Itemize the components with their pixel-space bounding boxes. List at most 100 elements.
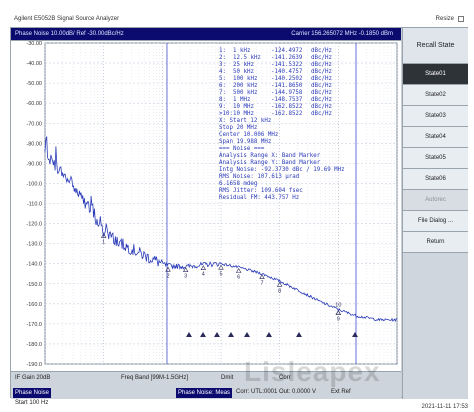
- marker-table-unit: dBc/Hz: [311, 111, 332, 117]
- marker-table-unit: dBc/Hz: [311, 104, 332, 110]
- noise-info-line: Intg Noise: -92.3730 dBc / 19.69 MHz: [219, 167, 345, 173]
- analyzer-app: Phase Noise 10.00dB/ Ref -30.00dBc/Hz Ca…: [10, 27, 468, 406]
- y-tick-label: -180.0: [26, 342, 42, 348]
- marker-table-index: 9:: [219, 104, 226, 110]
- trace-marker-label: 3: [184, 274, 187, 280]
- marker-table-value: -162.8522: [271, 111, 302, 117]
- status-row-2: Phase Noise Start 100 Hz Phase Noise: Me…: [11, 386, 401, 406]
- noise-info-line: 6.1658 mdeg: [219, 181, 257, 187]
- noise-info-line: X: Start 12 kHz: [219, 118, 271, 124]
- softkey-state03[interactable]: State03: [403, 106, 468, 127]
- y-tick-label: -50.00: [26, 81, 42, 87]
- trace-marker-label: 2: [166, 273, 169, 279]
- y-tick-label: -140.0: [26, 262, 42, 268]
- marker-table-freq: 50 kHz: [233, 69, 254, 75]
- marker-table-freq: 1 kHz: [233, 48, 250, 54]
- y-tick-label: -160.0: [26, 302, 42, 308]
- y-tick-label: -40.00: [26, 61, 42, 67]
- marker-table-unit: dBc/Hz: [311, 76, 332, 82]
- corr-status: Corr: UTL:0001 Out: 0.0000 V: [236, 389, 317, 395]
- trace-marker-label: 6: [237, 274, 240, 280]
- marker-table-freq: 500 kHz: [233, 90, 257, 96]
- marker-table-value: -144.9758: [271, 90, 303, 96]
- y-tick-label: -100.0: [26, 181, 42, 187]
- window-titlebar: Agilent E5052B Signal Source Analyzer Re…: [10, 14, 468, 24]
- noise-info-line: Span 19.988 MHz: [219, 139, 271, 145]
- resize-label[interactable]: Resize: [436, 14, 454, 24]
- trace-marker-label: 9: [337, 317, 340, 323]
- marker-table-freq: 100 kHz: [233, 76, 257, 82]
- trace-marker-label: 4: [202, 272, 205, 278]
- marker-table-index: 2:: [219, 55, 226, 61]
- phase-noise-plot[interactable]: -30.00 -40.00 -50.00 -60.00 -70.00 -80.00 -90.…: [11, 40, 401, 371]
- y-tick-label: -170.0: [26, 322, 42, 328]
- noise-info-line: Residual FM: 443.757 Hz: [219, 195, 299, 201]
- marker-table-freq: 200 kHz: [233, 83, 257, 89]
- noise-info-line: === Noise ===: [219, 146, 265, 152]
- window-title: Agilent E5052B Signal Source Analyzer: [14, 16, 120, 22]
- softkey-return[interactable]: Return: [403, 232, 468, 253]
- marker-table-freq: 10 MHz: [233, 104, 254, 110]
- plot-title: Phase Noise 10.00dB/ Ref -30.00dBc/Hz: [15, 31, 124, 37]
- marker-table-value: -140.2502: [271, 76, 302, 82]
- softkey-state05[interactable]: State05: [403, 148, 468, 169]
- trace-marker-label: 8: [278, 288, 281, 294]
- dmit-label: Dmit: [221, 375, 234, 381]
- marker-table-freq: 1 MHz: [233, 97, 250, 103]
- marker-table-index: >10:: [219, 111, 233, 117]
- softkey-title: Recall State: [403, 28, 468, 64]
- softkey-state02[interactable]: State02: [403, 85, 468, 106]
- marker-table-unit: dBc/Hz: [311, 55, 332, 61]
- plot-header: Phase Noise 10.00dB/ Ref -30.00dBc/Hz Ca…: [11, 28, 401, 40]
- marker-table-index: 6:: [219, 83, 226, 89]
- y-tick-label: -130.0: [26, 242, 42, 248]
- marker-table-value: -141.2639: [271, 55, 303, 61]
- band-marker-arrow: [186, 332, 192, 337]
- resize-icon[interactable]: [458, 16, 464, 22]
- y-tick-label: -120.0: [26, 222, 42, 228]
- y-tick-label: -150.0: [26, 282, 42, 288]
- marker-table-freq: 10 MHz: [233, 111, 254, 117]
- band-marker-arrow: [244, 332, 250, 337]
- softkey-state06[interactable]: State06: [403, 169, 468, 190]
- noise-info-line: RMS Noise: 107.613 µrad: [219, 174, 299, 180]
- start-label: Start 100 Hz: [15, 400, 49, 406]
- marker-table-index: 3:: [219, 62, 226, 68]
- band-marker-arrow: [228, 332, 234, 337]
- marker-table-value: -162.8522: [271, 104, 302, 110]
- marker-table-value: -141.5322: [271, 62, 302, 68]
- trace-marker-label: 10: [335, 303, 341, 309]
- marker-table-index: 5:: [219, 76, 226, 82]
- marker-table-value: -141.8650: [271, 83, 303, 89]
- y-tick-label: -90.00: [26, 161, 42, 167]
- marker-table-index: 4:: [219, 69, 226, 75]
- marker-table-value: -140.4757: [271, 69, 303, 75]
- band-marker-arrow: [266, 332, 272, 337]
- noise-info-line: Analysis Range X: Band Marker: [219, 153, 321, 159]
- trace-marker-label: 5: [219, 271, 222, 277]
- softkey-state04[interactable]: State04: [403, 127, 468, 148]
- freq-band-label: Freq Band [99M-1.5GHz]: [121, 375, 189, 381]
- noise-info-line: Stop 20 MHz: [219, 125, 257, 131]
- marker-table-freq: 25 kHz: [233, 62, 254, 68]
- trace-marker-label: 7: [260, 281, 263, 287]
- softkey-autorec: Autorec: [403, 190, 468, 211]
- band-marker-arrow: [296, 332, 302, 337]
- if-gain-label: IF Gain 20dB: [15, 375, 51, 381]
- marker-table-unit: dBc/Hz: [311, 48, 332, 54]
- y-tick-label: -80.00: [26, 141, 42, 147]
- marker-table-value: -148.7537: [271, 97, 303, 103]
- marker-table-index: 7:: [219, 90, 226, 96]
- marker-table-value: -124.4972: [271, 48, 302, 54]
- noise-info-line: Center 10.006 MHz: [219, 132, 278, 138]
- phase-noise-tag[interactable]: Phase Noise: [13, 388, 52, 398]
- marker-table-unit: dBc/Hz: [311, 69, 332, 75]
- y-tick-label: -30.00: [26, 41, 42, 47]
- measure-tag[interactable]: Phase Noise: Meas: [176, 388, 233, 398]
- softkey-state01[interactable]: State01: [403, 64, 468, 85]
- phase-noise-chart: -30.00 -40.00 -50.00 -60.00 -70.00 -80.00 -90.…: [26, 41, 398, 368]
- softkey-file-dialog[interactable]: File Dialog ...: [403, 211, 468, 232]
- marker-table-index: 8:: [219, 97, 226, 103]
- y-tick-label: -110.0: [27, 202, 42, 208]
- y-tick-label: -60.00: [26, 101, 42, 107]
